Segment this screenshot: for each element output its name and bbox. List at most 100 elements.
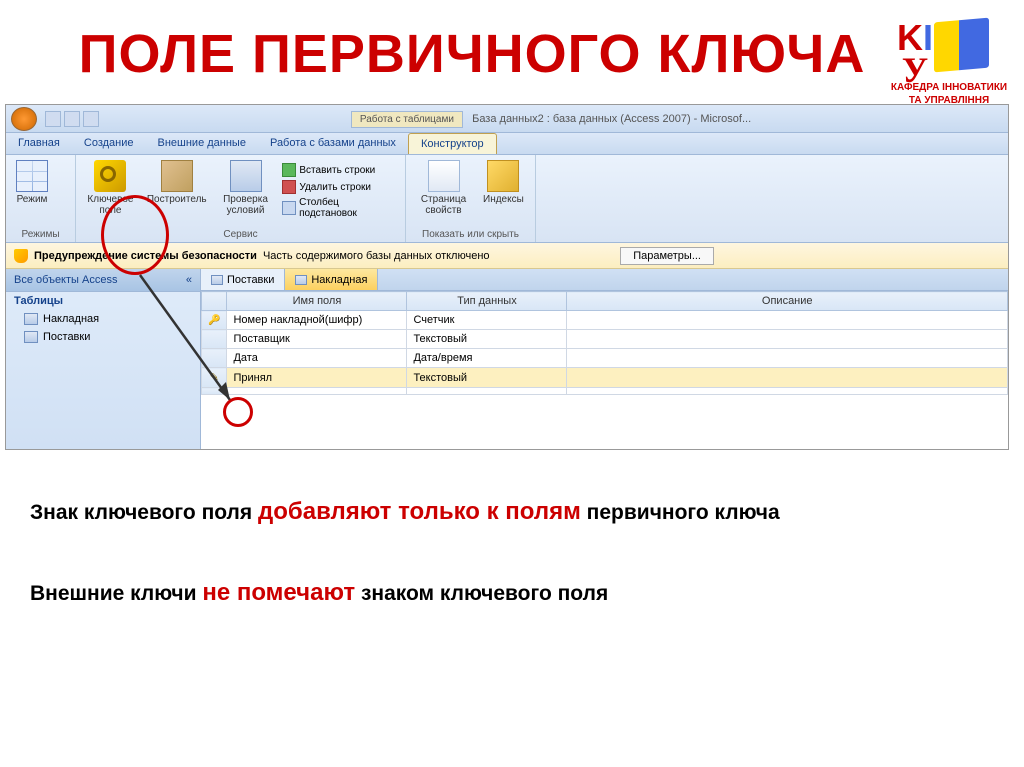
field-design-grid: Имя поля Тип данных Описание 🔑 Номер нак… (201, 291, 1008, 395)
security-warning-title: Предупреждение системы безопасности (34, 250, 257, 262)
delete-rows-button[interactable]: Удалить строки (280, 179, 399, 195)
slide-body-text: Знак ключевого поля добавляют только к п… (0, 470, 1024, 634)
title-bar: Работа с таблицами База данных2 : база д… (6, 105, 1008, 133)
view-button[interactable]: Режим (12, 158, 52, 207)
slide-title: ПОЛЕ ПЕРВИЧНОГО КЛЮЧА (0, 0, 1024, 99)
security-warning-message: Часть содержимого базы данных отключено (263, 250, 490, 262)
nav-item-label: Поставки (43, 331, 90, 343)
property-sheet-label: Страница свойств (416, 194, 471, 216)
nav-item-label: Накладная (43, 313, 99, 325)
text-line2-pre: Внешние ключи (30, 582, 202, 605)
nav-pane-header[interactable]: Все объекты Access « (6, 269, 200, 292)
view-button-label: Режим (17, 194, 48, 205)
table-row[interactable]: Дата Дата/время (202, 349, 1008, 368)
doc-tab-postavki[interactable]: Поставки (201, 269, 285, 290)
lookup-column-icon (282, 201, 296, 215)
table-row[interactable]: ✎ Принял Текстовый (202, 368, 1008, 388)
table-row[interactable]: Поставщик Текстовый (202, 330, 1008, 349)
indexes-icon (487, 160, 519, 192)
shield-icon (14, 249, 28, 263)
ribbon-tabs: Главная Создание Внешние данные Работа с… (6, 133, 1008, 155)
row-selector[interactable] (202, 349, 227, 368)
doc-tab-nakladnaya[interactable]: Накладная (285, 269, 378, 290)
row-selector[interactable] (202, 330, 227, 349)
qat-redo-icon[interactable] (83, 111, 99, 127)
document-tabs: Поставки Накладная (201, 269, 1008, 291)
nav-section-tables[interactable]: Таблицы (6, 292, 200, 310)
data-type-cell[interactable] (407, 388, 567, 395)
field-name-cell[interactable]: Номер накладной(шифр) (227, 311, 407, 330)
field-name-cell[interactable]: Принял (227, 368, 407, 388)
group-showhide-label: Показать или скрыть (406, 229, 535, 240)
column-header-fieldname[interactable]: Имя поля (227, 292, 407, 311)
tab-database-tools[interactable]: Работа с базами данных (258, 133, 408, 154)
insert-rows-label: Вставить строки (299, 165, 375, 176)
insert-rows-button[interactable]: Вставить строки (280, 162, 399, 178)
text-line1-post: первичного ключа (581, 501, 780, 524)
indexes-button[interactable]: Индексы (479, 158, 528, 207)
logo-letters: KIУ (897, 22, 933, 87)
indexes-label: Индексы (483, 194, 524, 205)
data-type-cell[interactable]: Дата/время (407, 349, 567, 368)
context-tab-label: Работа с таблицами (351, 111, 463, 128)
description-cell[interactable] (567, 311, 1008, 330)
primary-key-button[interactable]: Ключевое поле (82, 158, 139, 218)
titlebar-window-title: Работа с таблицами База данных2 : база д… (99, 113, 1003, 125)
row-selector[interactable]: ✎ (202, 368, 227, 388)
security-options-button[interactable]: Параметры... (620, 247, 714, 265)
nav-header-label: Все объекты Access (14, 274, 117, 286)
tab-external-data[interactable]: Внешние данные (146, 133, 258, 154)
qat-save-icon[interactable] (45, 111, 61, 127)
group-service-label: Сервис (76, 229, 405, 240)
column-header-datatype[interactable]: Тип данных (407, 292, 567, 311)
validation-label: Проверка условий (219, 194, 273, 216)
row-selector[interactable] (202, 388, 227, 395)
nav-item-postavki[interactable]: Поставки (6, 328, 200, 346)
lookup-column-label: Столбец подстановок (299, 197, 397, 219)
validation-button[interactable]: Проверка условий (215, 158, 277, 218)
text-line2-post: знаком ключевого поля (355, 582, 608, 605)
nav-item-nakladnaya[interactable]: Накладная (6, 310, 200, 328)
datasheet-view-icon (16, 160, 48, 192)
primary-key-indicator-icon: 🔑 (208, 315, 220, 326)
tab-design[interactable]: Конструктор (408, 133, 497, 154)
field-name-cell[interactable]: Поставщик (227, 330, 407, 349)
description-cell[interactable] (567, 349, 1008, 368)
table-row[interactable]: 🔑 Номер накладной(шифр) Счетчик (202, 311, 1008, 330)
row-selector[interactable]: 🔑 (202, 311, 227, 330)
data-type-cell[interactable]: Текстовый (407, 330, 567, 349)
office-button[interactable] (11, 107, 37, 131)
field-name-cell[interactable] (227, 388, 407, 395)
property-sheet-button[interactable]: Страница свойств (412, 158, 475, 218)
data-type-cell[interactable]: Счетчик (407, 311, 567, 330)
text-line1-emphasis: добавляют только к полям (258, 498, 581, 525)
field-name-cell[interactable]: Дата (227, 349, 407, 368)
ribbon-content: Режим Режимы Ключевое поле Построитель П… (6, 155, 1008, 243)
qat-undo-icon[interactable] (64, 111, 80, 127)
tab-home[interactable]: Главная (6, 133, 72, 154)
description-cell[interactable] (567, 368, 1008, 388)
data-type-cell[interactable]: Текстовый (407, 368, 567, 388)
lookup-column-button[interactable]: Столбец подстановок (280, 196, 399, 220)
logo-block: KIУ КАФЕДРА ІННОВАТИКИ ТА УПРАВЛІННЯ (889, 10, 1009, 106)
delete-rows-icon (282, 180, 296, 194)
column-header-description[interactable]: Описание (567, 292, 1008, 311)
insert-rows-icon (282, 163, 296, 177)
delete-rows-label: Удалить строки (299, 182, 371, 193)
row-selector-header (202, 292, 227, 311)
chevron-left-icon[interactable]: « (186, 274, 192, 286)
table-row[interactable] (202, 388, 1008, 395)
main-content-area: Все объекты Access « Таблицы Накладная П… (6, 269, 1008, 449)
builder-icon (161, 160, 193, 192)
table-icon (24, 313, 38, 325)
table-icon (211, 275, 223, 285)
text-line2-emphasis: не помечают (202, 579, 355, 606)
document-area: Поставки Накладная Имя поля Тип данных О… (201, 269, 1008, 449)
tab-create[interactable]: Создание (72, 133, 146, 154)
primary-key-label: Ключевое поле (86, 194, 135, 216)
description-cell[interactable] (567, 388, 1008, 395)
builder-button[interactable]: Построитель (143, 158, 211, 207)
doc-tab-label: Поставки (227, 274, 274, 286)
navigation-pane: Все объекты Access « Таблицы Накладная П… (6, 269, 201, 449)
description-cell[interactable] (567, 330, 1008, 349)
